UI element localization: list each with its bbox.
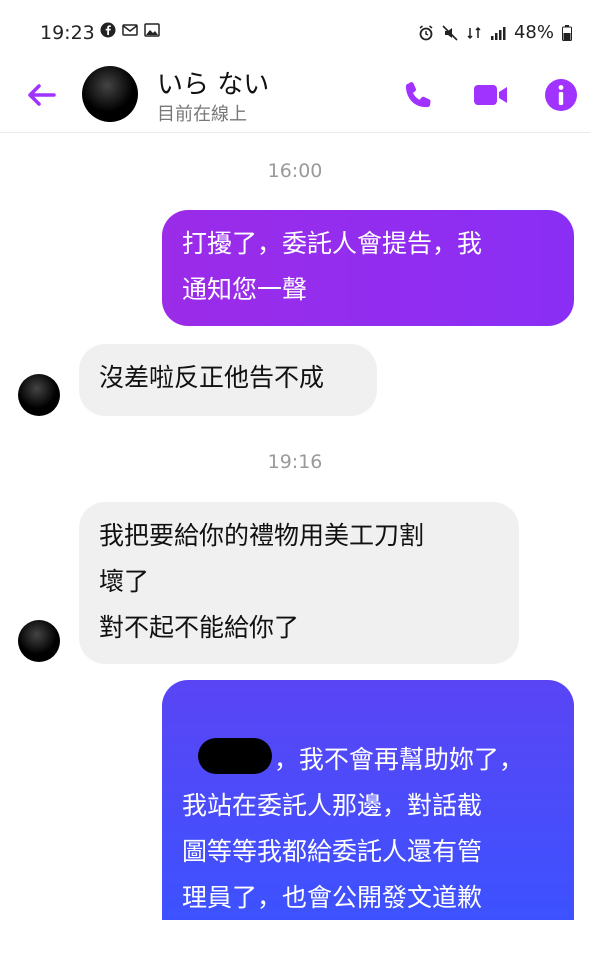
data-signal-icon bbox=[467, 26, 481, 39]
info-icon[interactable] bbox=[542, 76, 580, 114]
facebook-icon bbox=[100, 22, 116, 38]
chat-header: いら ない 目前在線上 bbox=[0, 58, 590, 133]
incoming-message[interactable]: 我把要給你的禮物用美工刀割 壞了 對不起不能給你了 bbox=[79, 502, 519, 664]
outgoing-message[interactable]: 打擾了，委託人會提告，我 通知您一聲 bbox=[162, 210, 574, 326]
status-bar: 19:23 48% bbox=[0, 0, 590, 62]
contact-name[interactable]: いら ない bbox=[157, 64, 269, 101]
status-time: 19:23 bbox=[40, 22, 95, 44]
contact-status: 目前在線上 bbox=[157, 104, 247, 125]
cell-signal-icon bbox=[490, 26, 506, 40]
message-text: ，我不會再幫助妳了， bbox=[273, 745, 524, 774]
image-icon bbox=[144, 23, 160, 37]
contact-avatar-small[interactable] bbox=[18, 374, 60, 416]
incoming-message[interactable]: 沒差啦反正他告不成 bbox=[79, 344, 377, 416]
alarm-icon bbox=[419, 24, 433, 40]
contact-avatar[interactable] bbox=[82, 66, 138, 122]
mute-icon bbox=[442, 24, 458, 41]
status-right: 48% bbox=[418, 22, 572, 43]
timestamp: 16:00 bbox=[267, 160, 323, 182]
redacted-name bbox=[197, 738, 272, 774]
battery-percent: 48% bbox=[513, 22, 554, 43]
message-text: 我站在委託人那邊，對話截 圖等等我都給委託人還有管 理員了，也會公開發文道歉 並… bbox=[182, 791, 483, 958]
back-arrow-icon[interactable] bbox=[24, 78, 58, 112]
outgoing-message[interactable]: ，我不會再幫助妳了， 我站在委託人那邊，對話截 圖等等我都給委託人還有管 理員了… bbox=[162, 680, 574, 958]
contact-avatar-small[interactable] bbox=[18, 620, 60, 662]
mail-icon bbox=[122, 24, 138, 36]
video-camera-icon[interactable] bbox=[472, 76, 510, 114]
battery-icon bbox=[562, 24, 572, 41]
timestamp: 19:16 bbox=[267, 451, 323, 473]
phone-icon[interactable] bbox=[400, 76, 438, 114]
status-left-icons bbox=[100, 22, 160, 38]
